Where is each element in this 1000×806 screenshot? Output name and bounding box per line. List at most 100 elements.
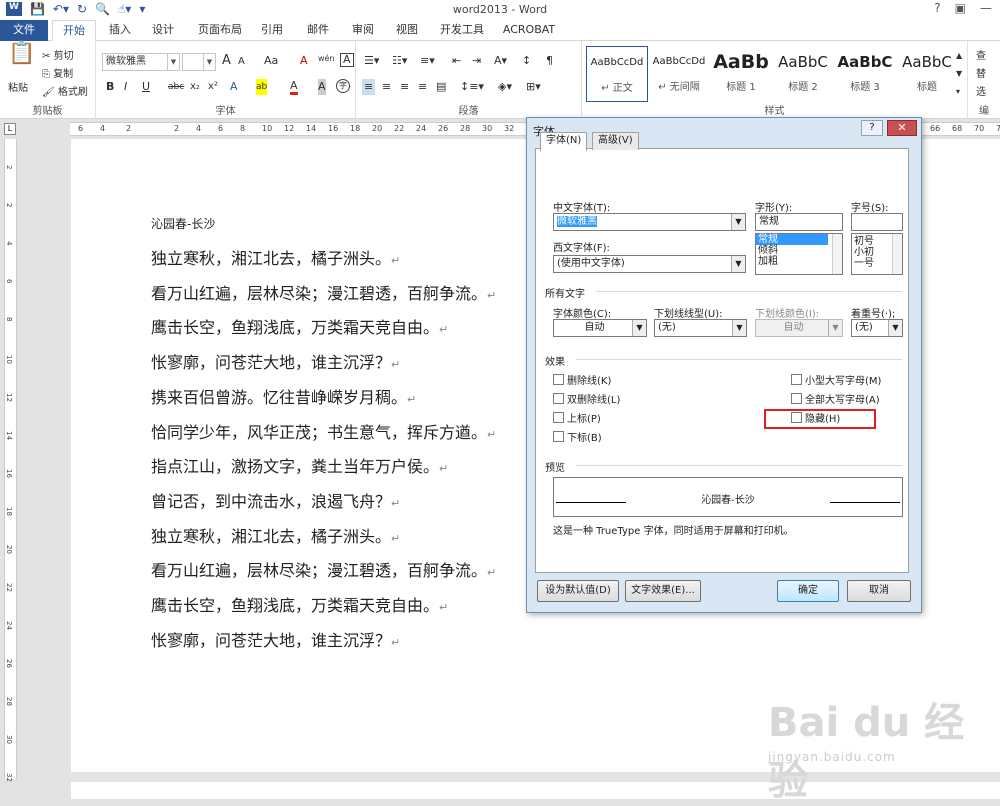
font-name-combo[interactable]: 微软雅黑 ▼ [102,53,180,71]
style-option[interactable]: 倾斜 [756,245,842,256]
style-title[interactable]: AaBbC 标题 [896,46,958,102]
replace-button[interactable]: 替 [976,65,986,80]
ok-button[interactable]: 确定 [777,580,839,602]
west-font-combo[interactable]: (使用中文字体) ▼ [553,255,746,273]
tab-advanced[interactable]: 高级(V) [592,132,639,150]
font-size-combo[interactable]: ▼ [182,53,216,71]
checkbox-box[interactable] [553,412,564,423]
dialog-help-button[interactable]: ? [861,120,883,136]
enclose-char-icon[interactable]: 字 [336,79,350,93]
tab-mailings[interactable]: 邮件 [298,20,338,41]
minimize-icon[interactable]: — [980,1,992,15]
cn-font-combo[interactable]: 微软雅黑 ▼ [553,213,746,231]
font-color-combo[interactable]: 自动 ▼ [553,319,647,337]
align-left-icon[interactable]: ≡ [362,79,376,95]
style-heading-2[interactable]: AaBbC 标题 2 [772,46,834,102]
help-icon[interactable]: ? [934,1,940,15]
show-marks-icon[interactable]: ¶ [546,53,553,69]
highlight-icon[interactable]: ab [256,79,268,95]
tab-references[interactable]: 引用 [254,20,290,41]
tab-acrobat[interactable]: ACROBAT [498,20,560,41]
font-size-input[interactable] [851,213,903,231]
font-style-input[interactable]: 常规 [755,213,843,231]
borders-icon[interactable]: ⊞▾ [526,79,541,95]
find-button[interactable]: 查 [976,47,986,62]
paste-button[interactable]: 粘贴 [8,79,28,94]
shading-icon[interactable]: ◈▾ [498,79,512,95]
tab-home[interactable]: 开始 [52,20,96,41]
checkbox-box[interactable] [553,374,564,385]
bullets-icon[interactable]: ☰▾ [364,53,379,69]
format-painter-button[interactable]: 🖌 格式刷 [42,83,88,98]
strikethrough-checkbox[interactable]: 删除线(K) [553,372,611,387]
change-case-icon[interactable]: Aa [264,53,278,69]
shrink-font-icon[interactable]: A [238,54,245,70]
checkbox-box[interactable] [553,431,564,442]
all-caps-checkbox[interactable]: 全部大写字母(A) [791,391,880,406]
cut-button[interactable]: ✂ 剪切 [42,47,74,62]
select-button[interactable]: 选 [976,83,986,98]
font-style-list[interactable]: 常规 倾斜 加粗 [755,233,843,275]
bold-button[interactable]: B [106,79,114,95]
superscript-checkbox[interactable]: 上标(P) [553,410,601,425]
char-border-icon[interactable]: A [340,53,354,67]
font-size-list[interactable]: 初号 小初 一号 [851,233,903,275]
style-heading-3[interactable]: AaBbC 标题 3 [834,46,896,102]
tab-review[interactable]: 审阅 [343,20,383,41]
subscript-button[interactable]: x₂ [190,79,200,95]
align-right-icon[interactable]: ≡ [400,79,409,95]
scrollbar[interactable] [832,234,842,274]
tab-page-layout[interactable]: 页面布局 [190,20,250,41]
style-normal[interactable]: AaBbCcDd ↵ 正文 [586,46,648,102]
dialog-close-button[interactable]: ✕ [887,120,917,136]
tab-view[interactable]: 视图 [388,20,426,41]
scrollbar[interactable] [892,234,902,274]
numbering-icon[interactable]: ☷▾ [392,53,407,69]
italic-button[interactable]: I [124,79,127,95]
copy-button[interactable]: ⎘ 复制 [42,65,73,80]
sort-icon[interactable]: ↕ [522,53,531,69]
ribbon-display-icon[interactable]: ▣ [955,1,966,15]
paste-icon[interactable]: 📋 [8,43,35,65]
align-center-icon[interactable]: ≡ [382,79,391,95]
set-default-button[interactable]: 设为默认值(D) [537,580,619,602]
strikethrough-button[interactable]: abc [168,79,184,95]
style-option[interactable]: 加粗 [756,256,842,267]
justify-icon[interactable]: ≡ [418,79,427,95]
style-option[interactable]: 常规 [756,234,828,245]
text-effects-button[interactable]: 文字效果(E)... [625,580,701,602]
clear-format-icon[interactable]: A [300,53,308,69]
superscript-button[interactable]: x² [208,79,218,95]
checkbox-box[interactable] [791,393,802,404]
styles-scroll-icon[interactable]: ▲ ▼ ▾ [956,47,962,101]
phonetic-guide-icon[interactable]: wén [318,51,335,67]
distribute-icon[interactable]: ▤ [436,79,446,95]
subscript-checkbox[interactable]: 下标(B) [553,429,602,444]
cancel-button[interactable]: 取消 [847,580,911,602]
style-heading-1[interactable]: AaBb 标题 1 [710,46,772,102]
underline-button[interactable]: U [142,79,150,95]
underline-style-combo[interactable]: (无) ▼ [654,319,747,337]
chinese-layout-icon[interactable]: A▾ [494,53,507,69]
tab-design[interactable]: 设计 [143,20,183,41]
tab-developer[interactable]: 开发工具 [434,20,490,41]
decrease-indent-icon[interactable]: ⇤ [452,53,461,69]
line-spacing-icon[interactable]: ↕≡▾ [460,79,484,95]
font-color-icon[interactable]: A [290,79,298,95]
increase-indent-icon[interactable]: ⇥ [472,53,481,69]
style-no-spacing[interactable]: AaBbCcDd ↵ 无间隔 [648,46,710,102]
tab-font[interactable]: 字体(N) [540,132,588,151]
text-effects-icon[interactable]: A [230,79,238,95]
tab-insert[interactable]: 插入 [100,20,140,41]
multilevel-list-icon[interactable]: ≡▾ [420,53,435,69]
emphasis-mark-combo[interactable]: (无) ▼ [851,319,903,337]
double-strikethrough-checkbox[interactable]: 双删除线(L) [553,391,620,406]
grow-font-icon[interactable]: A [222,53,231,69]
tab-file[interactable]: 文件 [0,20,48,41]
tab-selector-icon[interactable]: L [4,123,16,135]
checkbox-box[interactable] [791,374,802,385]
char-shading-icon[interactable]: A [318,79,326,95]
vertical-ruler[interactable]: 2 2 4 6 8 10 12 14 16 18 20 22 24 26 28 30 32 [0,139,20,799]
checkbox-box[interactable] [553,393,564,404]
small-caps-checkbox[interactable]: 小型大写字母(M) [791,372,881,387]
